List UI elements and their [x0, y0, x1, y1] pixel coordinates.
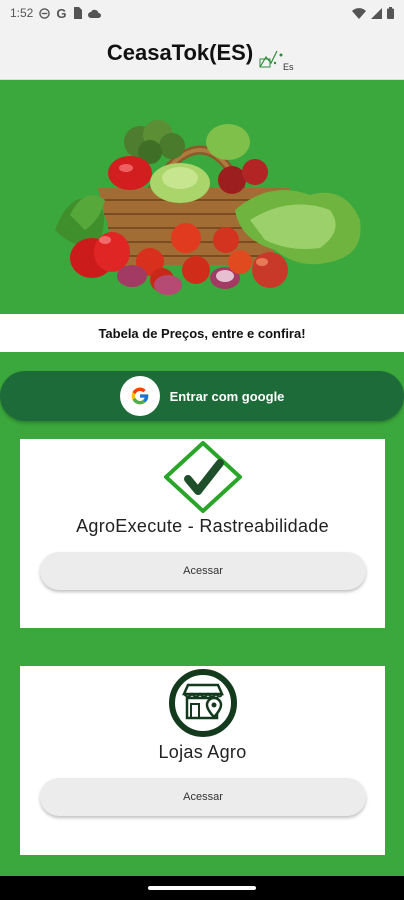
cloud-icon — [88, 9, 102, 18]
status-bar: 1:52 G — [0, 0, 404, 26]
check-diamond-icon — [163, 441, 242, 513]
lojas-agro-card: Lojas Agro Acessar — [20, 666, 385, 855]
google-signin-label: Entrar com google — [169, 388, 285, 404]
system-nav-bar — [0, 876, 404, 900]
sim-icon — [74, 7, 83, 19]
access-button[interactable]: Acessar — [40, 552, 366, 590]
status-time: 1:52 — [10, 6, 34, 20]
card-title: AgroExecute - Rastreabilidade — [76, 516, 329, 536]
store-location-icon — [168, 669, 237, 737]
app-title: CeasaTok(ES) — [106, 39, 254, 65]
access-button[interactable]: Acessar — [40, 778, 366, 816]
google-signin-button[interactable]: Entrar com google — [0, 371, 404, 421]
status-left: 1:52 G — [10, 5, 102, 21]
battery-icon — [387, 7, 394, 19]
google-logo-icon — [119, 376, 160, 416]
status-right — [352, 7, 394, 19]
card-title: Lojas Agro — [158, 742, 247, 762]
tagline-bar: Tabela de Preços, entre e confira! — [0, 314, 404, 352]
google-status-icon: G — [56, 5, 67, 21]
tagline-text: Tabela de Preços, entre e confira! — [98, 325, 306, 341]
dnd-icon — [39, 7, 51, 19]
vegetable-basket-image — [55, 120, 361, 295]
logo-text: Es — [283, 62, 294, 72]
wifi-icon — [352, 7, 366, 19]
app-header: CeasaTok(ES) Es — [0, 26, 404, 80]
agroexecute-card: AgroExecute - Rastreabilidade Acessar — [20, 439, 385, 628]
signal-icon — [371, 7, 382, 19]
hero-banner — [0, 80, 404, 314]
home-gesture-handle[interactable] — [148, 886, 256, 890]
ceasa-logo-icon: Es — [259, 50, 294, 72]
